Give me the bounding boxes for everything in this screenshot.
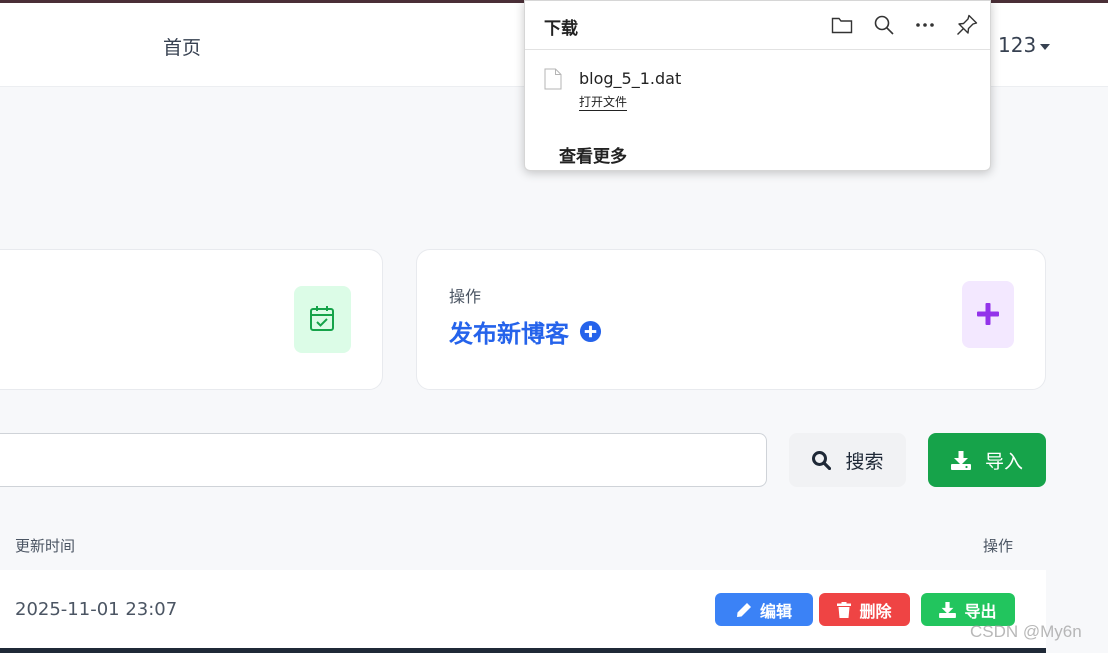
download-icon	[939, 601, 957, 618]
table-header	[0, 518, 1046, 570]
delete-button-label: 删除	[859, 601, 892, 621]
pin-icon[interactable]	[955, 13, 979, 37]
import-button-label: 导入	[984, 450, 1023, 473]
folder-icon[interactable]	[830, 13, 854, 37]
row-updated-time: 2025-11-01 23:07	[15, 599, 178, 620]
plus-icon	[977, 303, 999, 325]
user-name: 123	[998, 33, 1037, 57]
caret-down-icon	[1040, 43, 1051, 50]
download-icon	[950, 450, 971, 470]
search-input[interactable]	[0, 433, 767, 487]
pencil-icon	[736, 602, 751, 617]
import-button[interactable]: 导入	[928, 433, 1046, 487]
bottom-strip	[0, 648, 1046, 653]
export-button-label: 导出	[964, 601, 997, 621]
downloads-header: 下载	[525, 1, 990, 50]
calendar-check-icon	[310, 306, 334, 331]
see-more-link[interactable]: 查看更多	[559, 142, 627, 167]
delete-button[interactable]: 删除	[819, 593, 910, 626]
plus-circle-icon	[579, 320, 602, 343]
search-button[interactable]: 搜索	[789, 433, 906, 487]
downloads-title: 下载	[544, 19, 578, 39]
search-icon	[812, 451, 832, 470]
column-header-actions: 操作	[983, 537, 1014, 555]
edit-button[interactable]: 编辑	[715, 593, 813, 626]
download-file-name: blog_5_1.dat	[579, 69, 682, 88]
search-button-label: 搜索	[845, 450, 884, 473]
open-file-link[interactable]: 打开文件	[579, 95, 628, 111]
trash-icon	[837, 601, 852, 618]
plus-icon-box[interactable]	[962, 281, 1014, 348]
more-icon[interactable]	[913, 13, 937, 37]
column-header-updated: 更新时间	[15, 537, 76, 555]
nav-home-link[interactable]: 首页	[163, 33, 201, 60]
search-icon[interactable]	[872, 13, 896, 37]
edit-button-label: 编辑	[759, 601, 792, 621]
user-menu[interactable]: 123	[998, 33, 1051, 57]
file-icon	[544, 68, 562, 90]
publish-blog-link[interactable]: 发布新博客	[449, 314, 602, 349]
calendar-icon-box	[294, 286, 351, 353]
card-action-label: 操作	[449, 287, 482, 306]
publish-blog-label: 发布新博客	[449, 320, 569, 348]
downloads-panel: 下载 blog_5_1.dat 打开文件 查看更多	[524, 0, 991, 171]
watermark: CSDN @My6n	[970, 622, 1082, 641]
